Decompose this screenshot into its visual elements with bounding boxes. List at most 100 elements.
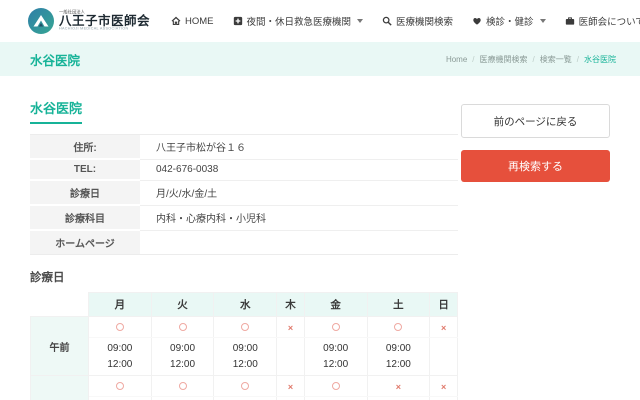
schedule-time-cell: 09:0012:00 xyxy=(214,338,277,376)
info-value: 042-676-0038 xyxy=(140,159,458,180)
breadcrumb-link[interactable]: Home xyxy=(446,55,467,64)
research-button[interactable]: 再検索する xyxy=(461,150,610,182)
breadcrumb-current: 水谷医院 xyxy=(584,54,616,65)
schedule-mark-cell xyxy=(304,376,367,397)
open-circle-mark xyxy=(116,323,124,331)
open-circle-mark xyxy=(116,382,124,390)
schedule-mark-cell xyxy=(214,317,277,338)
time-start: 09:00 xyxy=(214,341,276,357)
schedule-time-cell: 15:0018:00 xyxy=(214,397,277,400)
page-header-band: 水谷医院 Home/医療機関検索/検索一覧/水谷医院 xyxy=(0,42,640,76)
plus-square-icon xyxy=(233,16,243,26)
day-header: 水 xyxy=(214,293,277,317)
time-end: 12:00 xyxy=(152,357,214,373)
info-row: 診療科目内科・心療内科・小児科 xyxy=(30,205,458,230)
slot-label: 午前 xyxy=(31,317,89,376)
schedule-time-cell: 15:0018:00 xyxy=(89,397,152,400)
nav-item-label: 夜間・休日救急医療機関 xyxy=(247,14,352,28)
closed-x-mark: × xyxy=(441,382,446,392)
closed-x-mark: × xyxy=(288,382,293,392)
clinic-name-heading: 水谷医院 xyxy=(30,98,82,124)
info-value: 内科・心療内科・小児科 xyxy=(140,205,458,230)
open-circle-mark xyxy=(394,323,402,331)
breadcrumb-link[interactable]: 医療機関検索 xyxy=(480,54,528,65)
search-icon xyxy=(382,16,392,26)
info-label: 診療日 xyxy=(30,180,140,205)
day-header: 木 xyxy=(277,293,305,317)
brand-org-type: 一般社団法人 xyxy=(59,10,140,14)
time-end: 12:00 xyxy=(89,357,151,373)
heart-icon xyxy=(472,16,482,26)
info-label: TEL: xyxy=(30,159,140,180)
breadcrumb: Home/医療機関検索/検索一覧/水谷医院 xyxy=(446,54,616,65)
schedule-times-row: 09:0012:0009:0012:0009:0012:0009:0012:00… xyxy=(31,338,458,376)
breadcrumb-separator: / xyxy=(472,55,474,64)
day-header: 日 xyxy=(430,293,458,317)
nav-item-about[interactable]: 医師会について xyxy=(565,14,640,28)
nav-item-search[interactable]: 医療機関検索 xyxy=(382,14,453,28)
brand-logo-icon xyxy=(28,8,54,34)
schedule-mark-cell xyxy=(367,317,430,338)
breadcrumb-link[interactable]: 検索一覧 xyxy=(540,54,572,65)
schedule-mark-cell: × xyxy=(430,376,458,397)
schedule-mark-cell: × xyxy=(430,317,458,338)
schedule-marks-row: 午前×× xyxy=(31,317,458,338)
schedule-mark-cell xyxy=(89,317,152,338)
schedule-time-cell: 09:0012:00 xyxy=(367,338,430,376)
time-start: 09:00 xyxy=(152,341,214,357)
nav-item-home[interactable]: HOME xyxy=(171,16,214,27)
slot-label: 午後 xyxy=(31,376,89,400)
back-button[interactable]: 前のページに戻る xyxy=(461,104,610,138)
top-header: 一般社団法人 八王子市医師会 HACHIOJI MEDICAL ASSOCIAT… xyxy=(0,0,640,42)
open-circle-mark xyxy=(179,323,187,331)
schedule-time-cell-empty xyxy=(430,397,458,400)
info-row: TEL:042-676-0038 xyxy=(30,159,458,180)
closed-x-mark: × xyxy=(288,323,293,333)
time-end: 12:00 xyxy=(305,357,367,373)
info-row: ホームページ xyxy=(30,230,458,255)
closed-x-mark: × xyxy=(396,382,401,392)
clinic-info-table: 住所:八王子市松が谷１６TEL:042-676-0038診療日月/火/水/金/土… xyxy=(30,134,458,255)
schedule-mark-cell xyxy=(151,376,214,397)
open-circle-mark xyxy=(241,382,249,390)
closed-x-mark: × xyxy=(441,323,446,333)
breadcrumb-separator: / xyxy=(533,55,535,64)
nav-item-label: 医師会について xyxy=(579,14,640,28)
nav-item-checkup[interactable]: 検診・健診 xyxy=(472,14,546,28)
chevron-down-icon xyxy=(540,19,546,23)
day-header: 火 xyxy=(151,293,214,317)
info-row: 住所:八王子市松が谷１６ xyxy=(30,135,458,160)
brand-name: 八王子市医師会 xyxy=(59,15,171,28)
info-label: ホームページ xyxy=(30,230,140,255)
schedule-time-cell: 09:0012:00 xyxy=(151,338,214,376)
nav-item-label: HOME xyxy=(185,16,214,27)
schedule-marks-row: 午後 × × × xyxy=(31,376,458,397)
open-circle-mark xyxy=(332,323,340,331)
open-circle-mark xyxy=(179,382,187,390)
info-value xyxy=(140,230,458,255)
home-icon xyxy=(171,16,181,26)
time-start: 09:00 xyxy=(368,341,430,357)
day-header: 金 xyxy=(304,293,367,317)
open-circle-mark xyxy=(332,382,340,390)
schedule-time-cell-empty xyxy=(367,397,430,400)
time-start: 09:00 xyxy=(305,341,367,357)
schedule-mark-cell xyxy=(151,317,214,338)
schedule-time-cell: 09:0012:00 xyxy=(89,338,152,376)
schedule-mark-cell: × xyxy=(367,376,430,397)
brand-logo[interactable]: 一般社団法人 八王子市医師会 HACHIOJI MEDICAL ASSOCIAT… xyxy=(28,8,171,34)
time-end: 12:00 xyxy=(214,357,276,373)
nav-item-emergency[interactable]: 夜間・休日救急医療機関 xyxy=(233,14,364,28)
schedule-time-cell: 09:0012:00 xyxy=(304,338,367,376)
schedule-times-row: 15:0018:0015:0018:0015:0018:0015:0018:00 xyxy=(31,397,458,400)
day-header: 月 xyxy=(89,293,152,317)
schedule-mark-cell xyxy=(304,317,367,338)
page: 一般社団法人 八王子市医師会 HACHIOJI MEDICAL ASSOCIAT… xyxy=(0,0,640,400)
time-start: 09:00 xyxy=(89,341,151,357)
time-end: 12:00 xyxy=(368,357,430,373)
briefcase-icon xyxy=(565,16,575,26)
action-panel: 前のページに戻る 再検索する xyxy=(461,104,610,182)
day-header: 土 xyxy=(367,293,430,317)
schedule-time-cell-empty xyxy=(277,397,305,400)
schedule-mark-cell xyxy=(214,376,277,397)
